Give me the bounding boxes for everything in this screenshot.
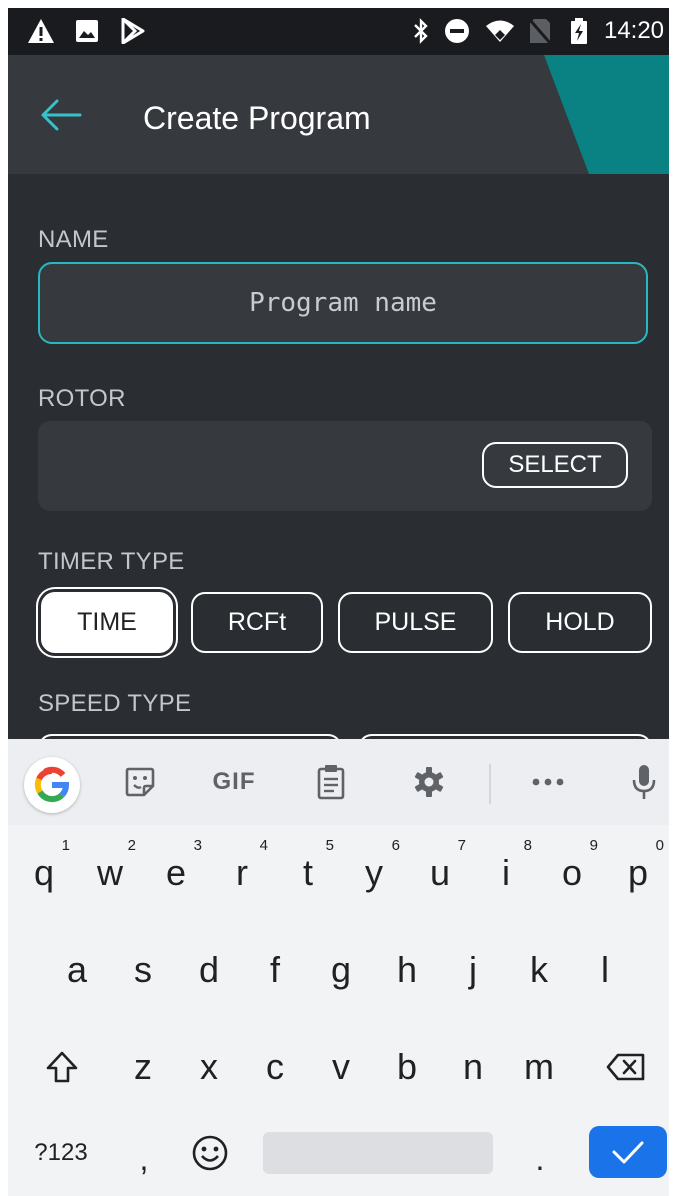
name-label: NAME <box>38 226 109 253</box>
program-name-input[interactable] <box>68 287 618 319</box>
emoji-icon <box>192 1135 228 1171</box>
keyboard-toolbar: GIF <box>8 739 669 825</box>
key-label: u <box>429 852 451 893</box>
key-label: r <box>236 852 248 893</box>
key-v[interactable]: v <box>311 1027 371 1107</box>
rotor-select-button[interactable]: SELECT <box>482 442 628 488</box>
key-p[interactable]: p0 <box>608 833 668 913</box>
symbols-key[interactable]: ?123 <box>26 1113 96 1193</box>
key-z[interactable]: z <box>113 1027 173 1107</box>
key-y[interactable]: y6 <box>344 833 404 913</box>
enter-key[interactable] <box>589 1126 667 1178</box>
timer-type-hold[interactable]: HOLD <box>508 592 652 653</box>
timer-type-rcft[interactable]: RCFt <box>191 592 323 653</box>
key-s[interactable]: s <box>113 930 173 1010</box>
key-k[interactable]: k <box>509 930 569 1010</box>
rotor-field: SELECT <box>38 421 652 511</box>
key-r[interactable]: r4 <box>212 833 272 913</box>
key-label: q <box>33 852 55 893</box>
settings-icon[interactable] <box>406 757 452 807</box>
arrow-left-icon <box>41 99 82 131</box>
key-hint: 6 <box>391 837 400 854</box>
shift-icon <box>46 1051 78 1083</box>
key-a[interactable]: a <box>47 930 107 1010</box>
sticker-icon[interactable] <box>116 757 164 807</box>
do-not-disturb-icon <box>444 18 470 44</box>
soft-keyboard: GIF q1 w2 e3 r4 t5 y6 u7 i8 o9 p0 a s d … <box>8 739 669 1196</box>
wifi-icon <box>484 18 516 44</box>
key-label: o <box>561 852 583 893</box>
key-m[interactable]: m <box>509 1027 569 1107</box>
checkmark-icon <box>612 1141 644 1164</box>
comma-key[interactable]: , <box>116 1119 172 1196</box>
shift-key[interactable] <box>32 1027 92 1107</box>
key-f[interactable]: f <box>245 930 305 1010</box>
image-icon <box>74 18 100 44</box>
key-label: w <box>97 852 123 893</box>
key-hint: 2 <box>127 837 136 854</box>
gif-button[interactable]: GIF <box>206 757 262 807</box>
key-q[interactable]: q1 <box>14 833 74 913</box>
bluetooth-icon <box>412 18 430 44</box>
key-e[interactable]: e3 <box>146 833 206 913</box>
key-hint: 3 <box>193 837 202 854</box>
page-title: Create Program <box>143 100 371 136</box>
key-w[interactable]: w2 <box>80 833 140 913</box>
key-hint: 1 <box>61 837 70 854</box>
key-o[interactable]: o9 <box>542 833 602 913</box>
backspace-icon <box>606 1053 645 1081</box>
key-label: t <box>302 852 313 893</box>
rotor-label: ROTOR <box>38 385 126 412</box>
clipboard-icon[interactable] <box>308 757 354 807</box>
key-hint: 8 <box>523 837 532 854</box>
app-screen: 14:20 Create Program NAME ROTOR SELECT T… <box>8 8 669 1196</box>
key-x[interactable]: x <box>179 1027 239 1107</box>
back-button[interactable] <box>36 93 86 137</box>
timer-type-label: TIMER TYPE <box>38 548 185 575</box>
key-label: e <box>165 852 187 893</box>
more-icon[interactable] <box>525 757 571 807</box>
key-label: y <box>365 852 383 893</box>
timer-type-time[interactable]: TIME <box>41 592 173 653</box>
space-bar[interactable] <box>263 1132 493 1174</box>
key-n[interactable]: n <box>443 1027 503 1107</box>
key-hint: 7 <box>457 837 466 854</box>
google-icon[interactable] <box>24 757 80 813</box>
key-hint: 0 <box>655 837 664 854</box>
key-label: p <box>627 852 649 893</box>
app-bar-accent <box>544 55 669 174</box>
status-bar: 14:20 <box>8 8 669 55</box>
play-store-icon <box>120 18 146 44</box>
app-bar: Create Program <box>8 55 669 174</box>
key-i[interactable]: i8 <box>476 833 536 913</box>
status-time: 14:20 <box>603 17 665 44</box>
key-t[interactable]: t5 <box>278 833 338 913</box>
period-key[interactable]: . <box>512 1119 568 1196</box>
emoji-key[interactable] <box>180 1113 240 1193</box>
speed-type-label: SPEED TYPE <box>38 690 192 717</box>
mic-icon[interactable] <box>622 757 666 807</box>
key-hint: 9 <box>589 837 598 854</box>
key-c[interactable]: c <box>245 1027 305 1107</box>
timer-type-pulse[interactable]: PULSE <box>338 592 493 653</box>
no-sim-icon <box>528 18 552 44</box>
key-hint: 5 <box>325 837 334 854</box>
key-label: i <box>502 852 510 893</box>
warning-icon <box>26 18 56 44</box>
toolbar-divider <box>489 764 491 804</box>
key-g[interactable]: g <box>311 930 371 1010</box>
key-h[interactable]: h <box>377 930 437 1010</box>
backspace-key[interactable] <box>596 1027 656 1107</box>
program-name-field[interactable] <box>38 262 648 344</box>
key-d[interactable]: d <box>179 930 239 1010</box>
key-j[interactable]: j <box>443 930 503 1010</box>
battery-charging-icon <box>569 18 589 44</box>
key-l[interactable]: l <box>575 930 635 1010</box>
key-u[interactable]: u7 <box>410 833 470 913</box>
key-hint: 4 <box>259 837 268 854</box>
key-b[interactable]: b <box>377 1027 437 1107</box>
